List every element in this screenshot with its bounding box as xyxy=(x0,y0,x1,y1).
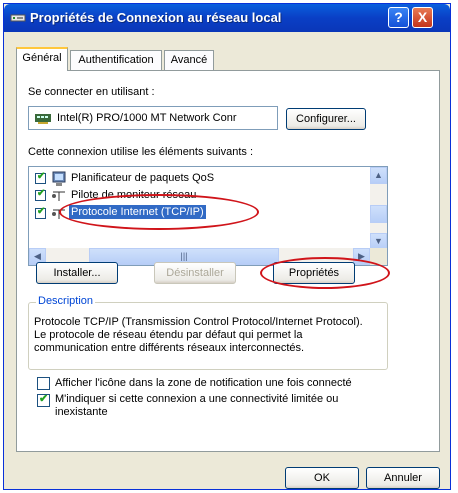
window-title: Propriétés de Connexion au réseau local xyxy=(30,10,282,25)
install-button[interactable]: Installer... xyxy=(36,262,118,284)
show-icon-checkbox[interactable] xyxy=(37,377,50,390)
protocol-icon xyxy=(51,208,67,223)
monitor-driver-checkbox[interactable]: ✔ xyxy=(35,188,46,201)
show-icon-label[interactable]: Afficher l'icône dans la zone de notific… xyxy=(55,377,352,389)
scroll-up-icon[interactable]: ▲ xyxy=(370,167,387,184)
adapter-name: Intel(R) PRO/1000 MT Network Conr xyxy=(57,112,237,124)
cancel-button[interactable]: Annuler xyxy=(366,467,440,489)
scroll-corner xyxy=(370,248,387,265)
help-button[interactable]: ? xyxy=(388,7,409,28)
notify-checkbox[interactable]: ✔ xyxy=(37,393,50,407)
properties-button[interactable]: Propriétés xyxy=(273,262,355,284)
scroll-thumb[interactable] xyxy=(370,205,387,223)
network-adapter-icon xyxy=(35,111,51,128)
notify-label[interactable]: M'indiquer si cette connexion a une conn… xyxy=(55,393,355,419)
tab-advanced[interactable]: Avancé xyxy=(164,50,214,70)
qos-icon xyxy=(51,171,67,190)
scroll-right-icon[interactable]: ▶ xyxy=(353,248,370,265)
vertical-scrollbar[interactable]: ▲ ▼ xyxy=(370,167,387,250)
configure-button[interactable]: Configurer... xyxy=(286,108,366,130)
tcpip-checkbox[interactable]: ✔ xyxy=(35,206,46,219)
tcpip-label: Protocole Internet (TCP/IP) xyxy=(69,205,206,219)
tab-authentication[interactable]: Authentification xyxy=(70,50,162,70)
components-label: Cette connexion utilise les éléments sui… xyxy=(28,146,254,158)
connect-using-label: Se connecter en utilisant : xyxy=(28,86,155,98)
components-list[interactable]: ✔ Planificateur de paquets QoS ✔ Pilote … xyxy=(28,166,388,266)
adapter-field: Intel(R) PRO/1000 MT Network Conr xyxy=(28,106,278,130)
qos-checkbox[interactable]: ✔ xyxy=(35,171,46,184)
tab-general[interactable]: Général xyxy=(16,47,68,71)
close-button[interactable]: X xyxy=(412,7,433,28)
ok-button[interactable]: OK xyxy=(285,467,359,489)
network-monitor-icon xyxy=(51,190,67,205)
uninstall-button: Désinstaller xyxy=(154,262,236,284)
qos-label: Planificateur de paquets QoS xyxy=(71,172,215,184)
title-bar[interactable]: Propriétés de Connexion au réseau local … xyxy=(4,4,450,32)
properties-dialog: Propriétés de Connexion au réseau local … xyxy=(3,3,451,490)
monitor-driver-label: Pilote de moniteur réseau xyxy=(71,189,197,201)
description-text: Protocole TCP/IP (Transmission Control P… xyxy=(34,316,363,354)
description-title: Description xyxy=(36,295,96,307)
network-connection-icon xyxy=(10,10,26,26)
